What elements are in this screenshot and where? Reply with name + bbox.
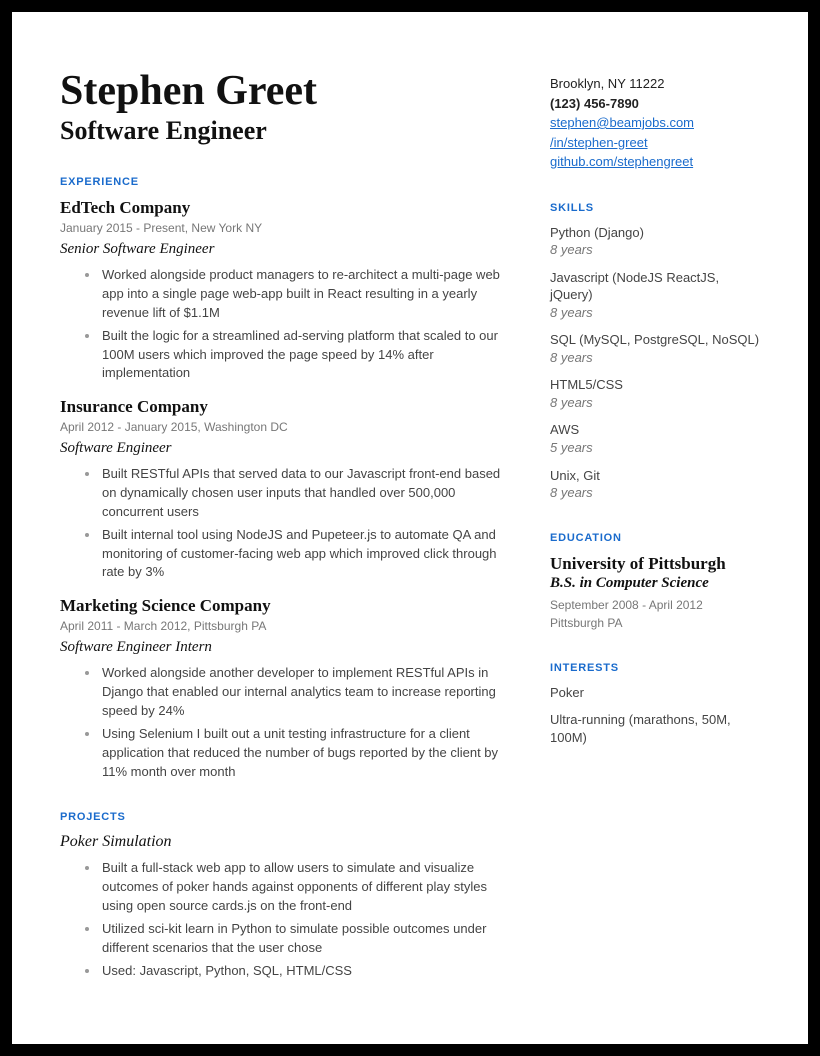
- person-name: Stephen Greet: [60, 68, 510, 114]
- job-entry: Marketing Science Company April 2011 - M…: [60, 596, 510, 781]
- job-role: Senior Software Engineer: [60, 241, 510, 258]
- bullet: Used: Javascript, Python, SQL, HTML/CSS: [100, 962, 510, 981]
- bullet: Built the logic for a streamlined ad-ser…: [100, 327, 510, 384]
- job-meta: April 2012 - January 2015, Washington DC: [60, 420, 510, 434]
- contact-block: Brooklyn, NY 11222 (123) 456-7890 stephe…: [550, 68, 760, 172]
- contact-github-link[interactable]: github.com/stephengreet: [550, 154, 693, 169]
- interest-item: Ultra-running (marathons, 50M, 100M): [550, 711, 760, 746]
- contact-phone: (123) 456-7890: [550, 94, 760, 114]
- skill-item: Javascript (NodeJS ReactJS, jQuery)8 yea…: [550, 269, 760, 322]
- person-title: Software Engineer: [60, 116, 510, 146]
- job-bullets: Worked alongside product managers to re-…: [100, 266, 510, 383]
- project-name: Poker Simulation: [60, 833, 510, 851]
- job-entry: Insurance Company April 2012 - January 2…: [60, 397, 510, 582]
- resume-page: Stephen Greet Software Engineer EXPERIEN…: [12, 12, 808, 1044]
- job-role: Software Engineer: [60, 440, 510, 457]
- section-projects: PROJECTS: [60, 811, 510, 823]
- skill-item: Unix, Git8 years: [550, 467, 760, 502]
- job-meta: April 2011 - March 2012, Pittsburgh PA: [60, 619, 510, 633]
- contact-email-link[interactable]: stephen@beamjobs.com: [550, 115, 694, 130]
- bullet: Built internal tool using NodeJS and Pup…: [100, 526, 510, 583]
- main-column: Stephen Greet Software Engineer EXPERIEN…: [60, 68, 510, 1004]
- side-column: Brooklyn, NY 11222 (123) 456-7890 stephe…: [550, 68, 760, 1004]
- bullet: Using Selenium I built out a unit testin…: [100, 725, 510, 782]
- job-company: EdTech Company: [60, 198, 510, 218]
- section-skills: SKILLS: [550, 202, 760, 214]
- section-education: EDUCATION: [550, 532, 760, 544]
- section-experience: EXPERIENCE: [60, 176, 510, 188]
- job-company: Marketing Science Company: [60, 596, 510, 616]
- skill-item: HTML5/CSS8 years: [550, 376, 760, 411]
- skill-item: SQL (MySQL, PostgreSQL, NoSQL)8 years: [550, 331, 760, 366]
- contact-linkedin-link[interactable]: /in/stephen-greet: [550, 135, 648, 150]
- skill-item: Python (Django)8 years: [550, 224, 760, 259]
- bullet: Worked alongside another developer to im…: [100, 664, 510, 721]
- bullet: Utilized sci-kit learn in Python to simu…: [100, 920, 510, 958]
- job-entry: EdTech Company January 2015 - Present, N…: [60, 198, 510, 383]
- job-bullets: Worked alongside another developer to im…: [100, 664, 510, 781]
- bullet: Built RESTful APIs that served data to o…: [100, 465, 510, 522]
- contact-location: Brooklyn, NY 11222: [550, 74, 760, 94]
- bullet: Worked alongside product managers to re-…: [100, 266, 510, 323]
- edu-meta: September 2008 - April 2012 Pittsburgh P…: [550, 596, 760, 632]
- bullet: Built a full-stack web app to allow user…: [100, 859, 510, 916]
- job-bullets: Built RESTful APIs that served data to o…: [100, 465, 510, 582]
- project-bullets: Built a full-stack web app to allow user…: [100, 859, 510, 980]
- job-meta: January 2015 - Present, New York NY: [60, 221, 510, 235]
- job-company: Insurance Company: [60, 397, 510, 417]
- edu-school: University of Pittsburgh: [550, 554, 760, 574]
- interest-item: Poker: [550, 684, 760, 702]
- job-role: Software Engineer Intern: [60, 639, 510, 656]
- edu-degree: B.S. in Computer Science: [550, 575, 760, 592]
- skill-item: AWS5 years: [550, 421, 760, 456]
- section-interests: INTERESTS: [550, 662, 760, 674]
